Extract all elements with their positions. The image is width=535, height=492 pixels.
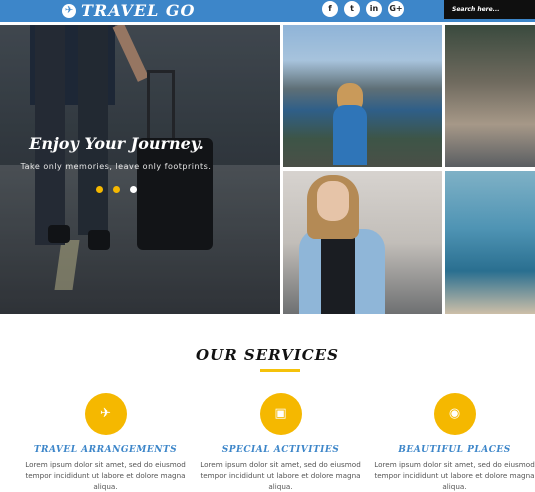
heading-underline (260, 369, 300, 372)
service-description: Lorem ipsum dolor sit amet, sed do eiusm… (200, 460, 361, 491)
globe-icon: ◉ (433, 393, 476, 435)
social-links: f t in G+ (322, 0, 404, 17)
gallery-image-street[interactable] (445, 25, 535, 167)
service-title[interactable]: TRAVEL ARRANGEMENTS (18, 445, 193, 455)
woman-blue-jacket (333, 105, 367, 165)
facebook-icon[interactable]: f (322, 1, 338, 17)
service-title[interactable]: BEAUTIFUL PLACES (367, 445, 535, 455)
service-special-activities: ▣ SPECIAL ACTIVITIES Lorem ipsum dolor s… (193, 393, 368, 492)
services-heading: OUR SERVICES (196, 346, 339, 364)
globe-logo-icon: ✈ (62, 3, 76, 18)
gallery-image-lake[interactable] (283, 25, 442, 167)
slider-dot-1[interactable] (96, 186, 103, 193)
plane-icon: ✈ (84, 393, 127, 435)
service-beautiful-places: ◉ BEAUTIFUL PLACES Lorem ipsum dolor sit… (367, 393, 535, 492)
briefcase-icon: ▣ (259, 393, 302, 435)
slide-title: Enjoy Your Journey. (29, 134, 204, 153)
hiker-face (317, 181, 349, 221)
search-input[interactable] (444, 0, 535, 19)
hiker-shirt (321, 235, 355, 314)
service-travel-arrangements: ✈ TRAVEL ARRANGEMENTS Lorem ipsum dolor … (18, 393, 193, 492)
slide-subtitle: Take only memories, leave only footprint… (20, 162, 212, 171)
top-header: ✈ TRAVEL GO f t in G+ (0, 0, 535, 22)
gallery-image-hiker[interactable] (283, 171, 442, 314)
service-description: Lorem ipsum dolor sit amet, sed do eiusm… (374, 460, 535, 491)
hero-gallery: Enjoy Your Journey. Take only memories, … (0, 25, 535, 314)
logo-text: TRAVEL GO (81, 1, 196, 20)
service-title[interactable]: SPECIAL ACTIVITIES (193, 445, 368, 455)
twitter-icon[interactable]: t (344, 1, 360, 17)
service-description: Lorem ipsum dolor sit amet, sed do eiusm… (25, 460, 186, 491)
google-plus-icon[interactable]: G+ (388, 1, 404, 17)
linkedin-icon[interactable]: in (366, 1, 382, 17)
slider-dots (96, 186, 137, 193)
slider-dot-3[interactable] (130, 186, 137, 193)
site-logo[interactable]: ✈ TRAVEL GO (62, 1, 195, 20)
slider-dot-2[interactable] (113, 186, 120, 193)
gallery-image-sea[interactable] (445, 171, 535, 314)
hero-slide: Enjoy Your Journey. Take only memories, … (0, 25, 280, 314)
